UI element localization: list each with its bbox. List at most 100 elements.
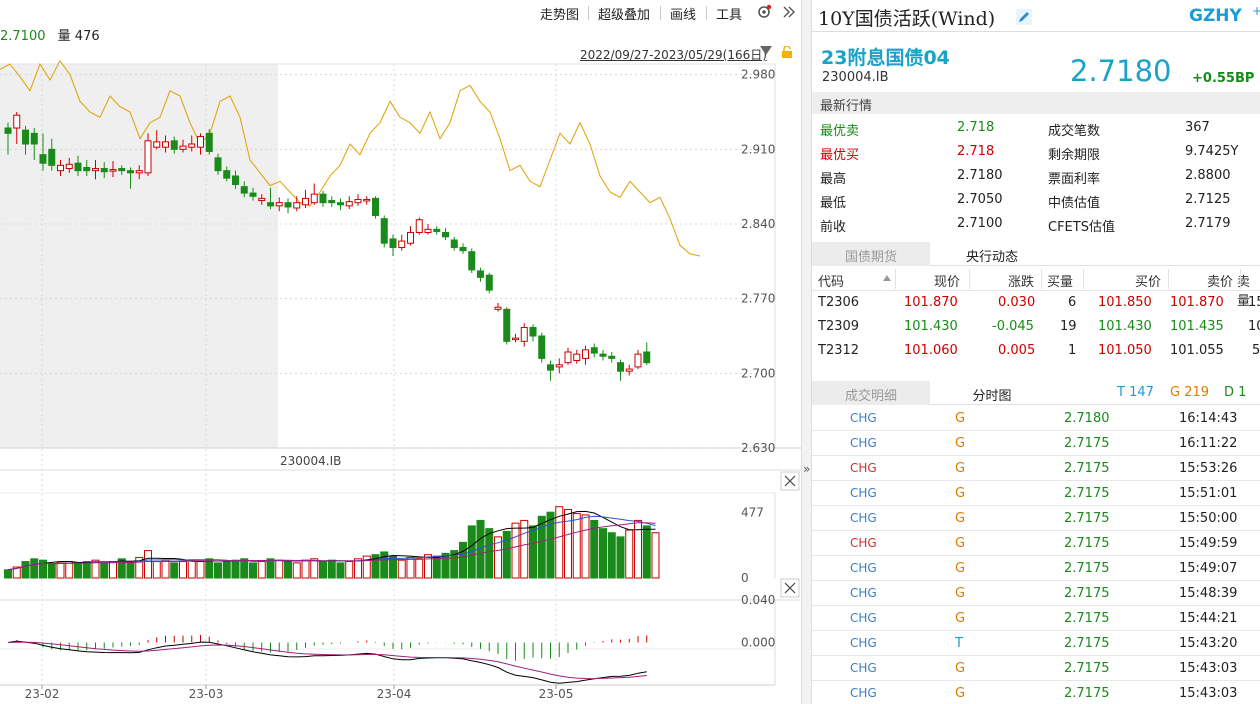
candle-body <box>608 355 616 359</box>
volume-bar <box>275 559 284 579</box>
col-ask[interactable]: 卖价 <box>1207 271 1233 290</box>
trade-time: 15:50:00 <box>1179 511 1238 526</box>
trade-price: 2.7175 <box>1064 461 1110 476</box>
volume-bar <box>152 561 161 579</box>
trade-row[interactable]: CHG G 2.7175 15:51:01 <box>812 481 1260 506</box>
tab-intraday-chart[interactable]: 分时图 <box>930 381 1054 405</box>
volume-close-icon[interactable] <box>780 471 800 491</box>
instrument-short-code[interactable]: GZHY <box>1189 6 1242 26</box>
trade-type: CHG <box>850 586 877 600</box>
trade-row[interactable]: CHG G 2.7180 16:14:43 <box>812 406 1260 431</box>
trade-price: 2.7175 <box>1064 661 1110 676</box>
candle <box>468 248 476 274</box>
col-change[interactable]: 涨跌 <box>1008 271 1034 290</box>
volume-bar <box>47 563 56 579</box>
coupon-label: 票面利率 <box>1048 172 1101 187</box>
trade-row[interactable]: CHG G 2.7175 15:49:59 <box>812 531 1260 556</box>
fut-ask: 101.055 <box>1170 343 1224 358</box>
col-bid[interactable]: 买价 <box>1135 271 1161 290</box>
tick-stat-g: G 219 <box>1170 385 1210 400</box>
candle-body <box>197 136 204 148</box>
candle-body <box>267 202 274 207</box>
chart-canvas[interactable]: 2.980 2.910 2.840 2.770 2.700 2.630 230004.IB… <box>0 0 801 704</box>
candle <box>398 234 406 251</box>
volume-bar <box>511 522 520 579</box>
trade-time: 15:51:01 <box>1179 486 1238 501</box>
trade-row[interactable]: CHG G 2.7175 16:11:22 <box>812 431 1260 456</box>
price-y-ticks: 2.980 2.910 2.840 2.770 2.700 2.630 <box>741 68 775 455</box>
volume-bar <box>537 515 546 579</box>
trade-flag: G <box>955 611 966 626</box>
futures-row[interactable]: T2309 101.430 -0.045 19 101.430 101.435 … <box>812 315 1260 339</box>
fut-code: T2312 <box>818 343 860 358</box>
col-code[interactable]: 代码 <box>818 271 844 290</box>
futures-row[interactable]: T2312 101.060 0.005 1 101.050 101.055 5 <box>812 339 1260 363</box>
candle-body <box>39 154 47 164</box>
candle-body <box>74 162 82 172</box>
trade-row[interactable]: CHG G 2.7175 15:50:00 <box>812 506 1260 531</box>
candle <box>284 198 292 214</box>
sort-arrow-icon[interactable] <box>883 275 891 281</box>
volume-bar <box>257 561 266 579</box>
fut-ask-qty: 5 <box>1252 343 1260 358</box>
tab-central-bank[interactable]: 央行动态 <box>930 242 1054 266</box>
candle-body <box>127 170 134 174</box>
trade-type: CHG <box>850 636 877 650</box>
trade-count-label: 成交笔数 <box>1048 124 1101 139</box>
volume-bar <box>82 561 91 579</box>
volume-bar <box>205 558 214 579</box>
volume-bar <box>214 562 222 579</box>
candle <box>590 343 598 358</box>
trade-price: 2.7180 <box>1064 411 1110 426</box>
macd-close-icon[interactable] <box>780 578 800 598</box>
volume-bar <box>397 559 406 579</box>
edit-pencil-icon[interactable] <box>1016 9 1032 25</box>
volume-bar <box>564 508 572 579</box>
candle <box>337 198 344 211</box>
candle <box>424 224 432 235</box>
candle <box>205 129 213 155</box>
trade-flag: T <box>955 636 963 651</box>
trade-row[interactable]: CHG G 2.7175 15:49:07 <box>812 556 1260 581</box>
candle-body <box>284 202 292 208</box>
price-y-tick-label: 2.770 <box>741 292 775 306</box>
volume-bar <box>65 561 74 579</box>
trade-price: 2.7175 <box>1064 636 1110 651</box>
volume-bar <box>196 561 205 579</box>
volume-bar <box>529 525 537 579</box>
pane-splitter[interactable] <box>801 0 812 704</box>
trade-row[interactable]: CHG G 2.7175 15:43:03 <box>812 681 1260 704</box>
volume-bar <box>572 513 581 579</box>
trade-row[interactable]: CHG G 2.7175 15:53:26 <box>812 456 1260 481</box>
macd-y-ticks: 0.040 0.000 <box>741 593 775 650</box>
tab-treasury-futures[interactable]: 国债期货 <box>812 242 930 266</box>
trade-flag: G <box>955 511 966 526</box>
candle <box>512 333 519 343</box>
trade-row[interactable]: CHG T 2.7175 15:43:20 <box>812 631 1260 656</box>
col-bid-qty[interactable]: 买量 <box>1047 271 1073 290</box>
fut-ask-qty: 15 <box>1248 295 1260 310</box>
candle-body <box>275 202 283 207</box>
col-price[interactable]: 现价 <box>934 271 960 290</box>
volume-bar <box>599 528 607 579</box>
trade-row[interactable]: CHG G 2.7175 15:43:03 <box>812 656 1260 681</box>
trade-flag: G <box>955 436 966 451</box>
collapse-arrow-icon[interactable]: » <box>803 462 810 476</box>
candle <box>442 228 449 240</box>
futures-row[interactable]: T2306 101.870 0.030 6 101.850 101.870 15 <box>812 291 1260 315</box>
trade-row[interactable]: CHG G 2.7175 15:48:39 <box>812 581 1260 606</box>
candle-body <box>22 129 29 145</box>
fut-bid-qty: 1 <box>1068 343 1077 358</box>
cfets-valuation-label: CFETS估值 <box>1048 220 1115 235</box>
add-icon[interactable]: + <box>1252 4 1260 18</box>
high-value: 2.7180 <box>957 168 1003 183</box>
candle <box>564 347 572 365</box>
trade-row[interactable]: CHG G 2.7175 15:44:21 <box>812 606 1260 631</box>
tab-trade-detail[interactable]: 成交明细 <box>812 381 930 405</box>
price-y-tick-label: 2.980 <box>741 68 775 82</box>
volume-bar <box>4 569 12 579</box>
trade-type: CHG <box>850 436 877 450</box>
candle-body <box>512 337 519 341</box>
trade-type: CHG <box>850 461 877 475</box>
volume-y-tick-label: 477 <box>741 506 764 520</box>
